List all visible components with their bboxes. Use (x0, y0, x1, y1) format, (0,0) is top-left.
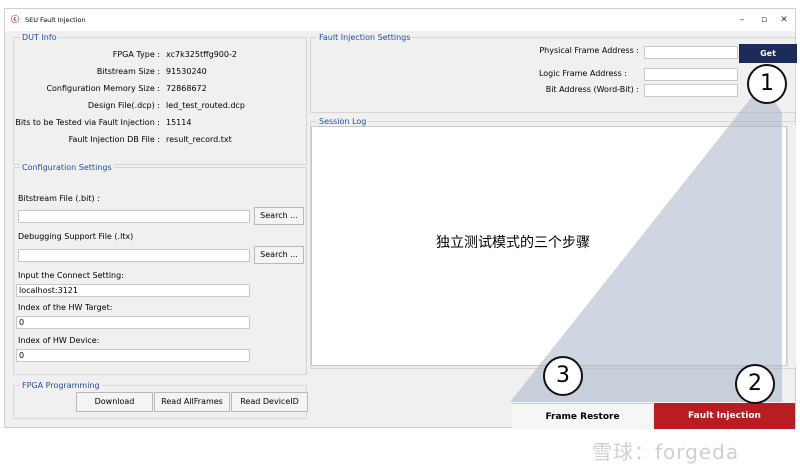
connect-setting-label: Input the Connect Setting: (18, 271, 124, 280)
fpga-programming-group: FPGA Programming Download Read AllFrames… (13, 380, 308, 419)
design-file-label: Design File(.dcp) : (87, 101, 160, 110)
app-window: ⓒ SEU Fault Injection – ▫ ✕ DUT Info FPG… (4, 8, 797, 429)
config-legend: Configuration Settings (20, 162, 114, 173)
programming-legend: FPGA Programming (20, 380, 102, 391)
fpga-type-value: xc7k325tffg900-2 (166, 50, 237, 59)
bits-tested-value: 15114 (166, 118, 192, 127)
watermark: 雪球：forgeda (592, 440, 740, 464)
bitstream-size-value: 91530240 (166, 67, 207, 76)
debug-file-input[interactable] (18, 249, 250, 262)
fi-settings-group: Fault Injection Settings Physical Frame … (310, 32, 797, 113)
bitstream-search-button[interactable]: Search ... (254, 207, 304, 225)
download-button[interactable]: Download (76, 392, 153, 412)
logic-frame-input[interactable] (644, 68, 738, 81)
step-1-badge: 1 (747, 64, 787, 104)
phys-frame-input[interactable] (644, 46, 738, 59)
step-2-badge: 2 (735, 364, 775, 404)
read-all-frames-button[interactable]: Read AllFrames (154, 392, 230, 412)
title-bar: ⓒ SEU Fault Injection – ▫ ✕ (5, 9, 795, 31)
debug-search-button[interactable]: Search ... (254, 246, 304, 264)
connect-setting-input[interactable]: localhost:3121 (16, 284, 250, 297)
fi-settings-legend: Fault Injection Settings (317, 32, 413, 43)
bits-tested-label: Bits to be Tested via Fault Injection : (15, 118, 160, 127)
read-device-id-button[interactable]: Read DeviceID (231, 392, 308, 412)
step-3-badge: 3 (543, 356, 583, 396)
dut-info-legend: DUT Info (20, 32, 59, 43)
phys-frame-label: Physical Frame Address : (539, 46, 639, 55)
hw-device-label: Index of HW Device: (18, 336, 100, 345)
logic-frame-label: Logic Frame Address : (538, 69, 627, 78)
annotation-caption: 独立测试模式的三个步骤 (436, 235, 590, 251)
config-settings-group: Configuration Settings Bitstream File (.… (13, 162, 307, 375)
hw-target-input[interactable]: 0 (16, 316, 250, 329)
frame-restore-button[interactable]: Frame Restore (512, 403, 653, 429)
bitstream-size-label: Bitstream Size : (96, 67, 160, 76)
close-icon[interactable]: ✕ (771, 12, 797, 28)
app-title: SEU Fault Injection (25, 16, 86, 24)
design-file-value: led_test_routed.dcp (166, 101, 245, 110)
bitstream-file-label: Bitstream File (.bit) : (18, 194, 100, 203)
bitstream-file-input[interactable] (18, 210, 250, 223)
hw-device-input[interactable]: 0 (16, 349, 250, 362)
fpga-type-label: FPGA Type : (112, 50, 160, 59)
bit-address-input[interactable] (644, 84, 738, 97)
bit-address-label: Bit Address (Word-Bit) : (545, 85, 639, 94)
fault-injection-button[interactable]: Fault Injection (654, 403, 795, 429)
debug-file-label: Debugging Support File (.ltx) (18, 232, 134, 241)
app-logo: ⓒ (11, 15, 19, 24)
db-file-value: result_record.txt (166, 135, 232, 144)
hw-target-label: Index of the HW Target: (18, 303, 113, 312)
get-button[interactable]: Get (739, 44, 797, 63)
config-mem-size-label: Configuration Memory Size : (46, 84, 160, 93)
log-scrollbar[interactable] (787, 126, 796, 366)
config-mem-size-value: 72868672 (166, 84, 207, 93)
db-file-label: Fault Injection DB File : (68, 135, 160, 144)
dut-info-group: DUT Info FPGA Type : xc7k325tffg900-2 Bi… (13, 32, 307, 165)
